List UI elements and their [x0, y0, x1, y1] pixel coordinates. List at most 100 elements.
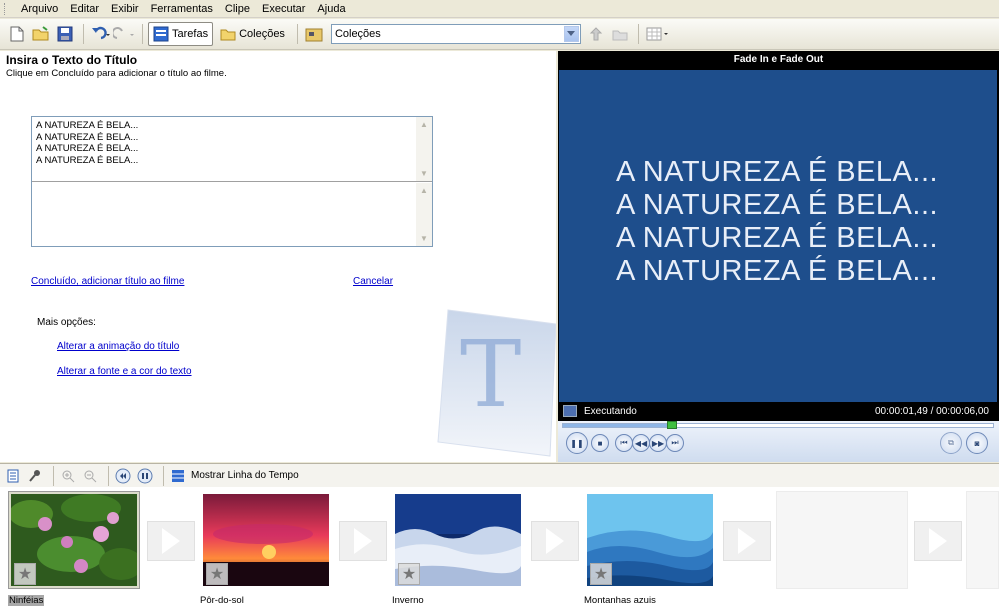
playback-time: 00:00:01,49 / 00:00:06,00: [875, 406, 989, 417]
effect-star-icon[interactable]: ★: [590, 563, 612, 585]
effect-star-icon[interactable]: ★: [206, 563, 228, 585]
tasks-button[interactable]: Tarefas: [148, 22, 214, 46]
more-options-label: Mais opções:: [37, 317, 96, 328]
title-text-editor[interactable]: A NATUREZA É BELA... A NATUREZA É BELA..…: [31, 116, 433, 247]
toolbar-separator: [53, 465, 54, 486]
redo-icon[interactable]: [113, 23, 135, 45]
storyboard-view-icon[interactable]: [4, 467, 22, 485]
storyboard-clip-inverno[interactable]: ★: [392, 491, 524, 589]
scrollbar[interactable]: ▲ ▼: [416, 183, 432, 246]
menu-ferramentas[interactable]: Ferramentas: [145, 3, 219, 15]
transition-slot[interactable]: [531, 521, 579, 561]
open-project-icon[interactable]: [30, 23, 52, 45]
snapshot-button[interactable]: ◙: [966, 432, 988, 454]
scroll-up-icon[interactable]: ▲: [416, 117, 432, 132]
stop-button[interactable]: ■: [591, 434, 609, 452]
rewind-button[interactable]: ◀◀: [632, 434, 650, 452]
pause-button[interactable]: ❚❚: [566, 432, 588, 454]
clip-label[interactable]: Ninféias: [8, 595, 45, 606]
up-level-icon[interactable]: [585, 23, 607, 45]
title-watermark-icon: T: [437, 309, 556, 457]
title-text-line: A NATUREZA É BELA...: [36, 120, 139, 131]
transition-slot[interactable]: [147, 521, 195, 561]
collections-button[interactable]: Coleções: [215, 22, 290, 46]
title-text-line: A NATUREZA É BELA...: [36, 143, 139, 154]
title-text-line: A NATUREZA É BELA...: [36, 154, 139, 166]
split-icon: ⧉: [948, 438, 954, 447]
menu-exibir[interactable]: Exibir: [105, 3, 145, 15]
scrollbar-track[interactable]: [416, 132, 432, 166]
collections-label: Coleções: [239, 28, 285, 40]
done-add-title-link[interactable]: Concluído, adicionar título ao filme: [31, 276, 184, 287]
pause-icon: ❚❚: [570, 438, 584, 448]
storyboard-clip-montanhas-azuis[interactable]: ★: [584, 491, 716, 589]
undo-icon[interactable]: [89, 23, 111, 45]
title-text-field[interactable]: A NATUREZA É BELA... A NATUREZA É BELA..…: [32, 117, 432, 182]
transition-slot[interactable]: [914, 521, 962, 561]
forward-icon: ▶▶: [651, 438, 665, 448]
menu-ajuda[interactable]: Ajuda: [311, 3, 351, 15]
tasks-label: Tarefas: [172, 28, 209, 40]
new-collection-icon[interactable]: [609, 23, 631, 45]
effect-star-icon[interactable]: ★: [14, 563, 36, 585]
show-timeline-button[interactable]: Mostrar Linha do Tempo: [191, 470, 299, 481]
playing-status-icon: [563, 405, 577, 417]
zoom-in-icon[interactable]: [59, 467, 77, 485]
svg-text:T: T: [460, 321, 521, 428]
collections-dropdown[interactable]: Coleções: [330, 24, 581, 44]
clip-label[interactable]: Inverno: [392, 595, 424, 606]
zoom-out-icon[interactable]: [81, 467, 99, 485]
save-project-icon[interactable]: [54, 23, 76, 45]
empty-clip-slot[interactable]: [966, 491, 999, 589]
menu-executar[interactable]: Executar: [256, 3, 311, 15]
toolbar-separator: [163, 465, 164, 486]
preview-monitor: Fade In e Fade Out A NATUREZA É BELA... …: [558, 51, 999, 462]
preview-text-line: A NATUREZA É BELA...: [615, 189, 939, 221]
scroll-down-icon[interactable]: ▼: [416, 231, 432, 246]
playback-controls: ❚❚ ■ ⏮ ◀◀ ▶▶ ⏭ ⧉ ◙: [558, 421, 999, 462]
clip-label[interactable]: Pôr-do-sol: [200, 595, 244, 606]
scroll-down-icon[interactable]: ▼: [416, 166, 432, 181]
task-pane: Insira o Texto do Título Clique em Concl…: [0, 51, 556, 462]
cancel-link[interactable]: Cancelar: [353, 276, 393, 287]
next-frame-button[interactable]: ⏭: [666, 434, 684, 452]
storyboard-clip-pordosol[interactable]: ★: [200, 491, 332, 589]
transition-arrow-icon: [162, 528, 180, 554]
timeline-icon[interactable]: [169, 467, 187, 485]
menu-clipe[interactable]: Clipe: [219, 3, 256, 15]
camera-icon: ◙: [974, 438, 980, 448]
seek-thumb[interactable]: [666, 421, 677, 429]
split-clip-button[interactable]: ⧉: [940, 432, 962, 454]
transition-arrow-icon: [354, 528, 372, 554]
seek-bar[interactable]: [562, 421, 994, 429]
effect-star-icon[interactable]: ★: [398, 563, 420, 585]
views-icon[interactable]: [644, 23, 672, 45]
new-project-icon[interactable]: [6, 23, 28, 45]
narrate-icon[interactable]: [26, 467, 44, 485]
transition-slot[interactable]: [339, 521, 387, 561]
scrollbar[interactable]: ▲ ▼: [416, 117, 432, 181]
toolbar-separator: [637, 24, 639, 44]
previous-frame-button[interactable]: ⏮: [615, 434, 633, 452]
menu-editar[interactable]: Editar: [64, 3, 105, 15]
menu-grip: [4, 2, 7, 15]
forward-button[interactable]: ▶▶: [649, 434, 667, 452]
rewind-storyboard-icon[interactable]: [114, 467, 132, 485]
storyboard-clip-ninfeias[interactable]: ★: [8, 491, 140, 589]
storyboard-toolbar: Mostrar Linha do Tempo: [0, 463, 999, 487]
preview-title-text: A NATUREZA É BELA... A NATUREZA É BELA..…: [534, 156, 999, 288]
change-font-color-link[interactable]: Alterar a fonte e a cor do texto: [57, 366, 192, 377]
menu-arquivo[interactable]: Arquivo: [15, 3, 64, 15]
change-title-animation-link[interactable]: Alterar a animação do título: [57, 341, 179, 352]
transition-arrow-icon: [546, 528, 564, 554]
empty-clip-slot[interactable]: [776, 491, 908, 589]
transition-slot[interactable]: [723, 521, 771, 561]
main-toolbar: Tarefas Coleções Coleções: [0, 19, 999, 50]
toolbar-separator: [296, 24, 298, 44]
clip-label[interactable]: Montanhas azuis: [584, 595, 656, 606]
chevron-down-icon[interactable]: [563, 26, 579, 42]
preview-status-bar: Executando 00:00:01,49 / 00:00:06,00: [558, 402, 999, 421]
scroll-up-icon[interactable]: ▲: [416, 183, 432, 198]
play-storyboard-icon[interactable]: [136, 467, 154, 485]
scrollbar-track[interactable]: [416, 198, 432, 231]
